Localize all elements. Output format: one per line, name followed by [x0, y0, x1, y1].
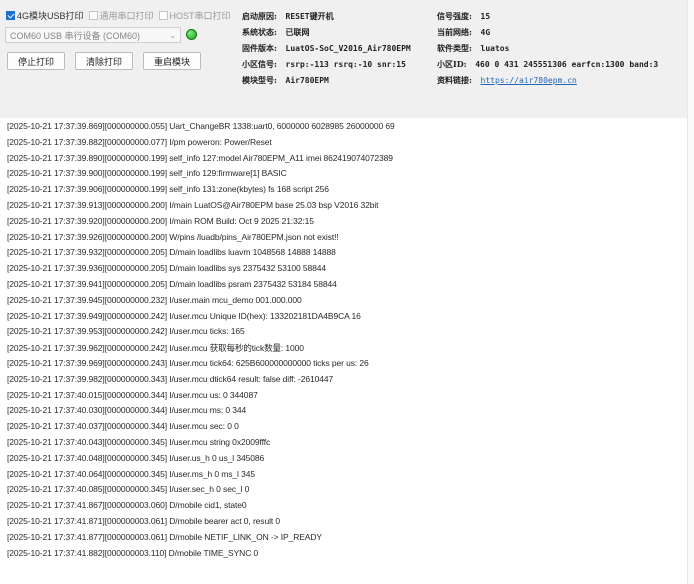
info-value: LuatOS-SoC_V2016_Air780EPM [285, 44, 411, 53]
print-options: 4G模块USB打印 通用串口打印 HOST串口打印 [6, 9, 231, 22]
checkbox-uart-print-box[interactable] [88, 11, 98, 20]
stop-print-button[interactable]: 停止打印 [7, 52, 65, 70]
log-line: [2025-10-21 17:37:40.015][000000000.344]… [7, 389, 258, 400]
info-label: 小区ID: [437, 59, 467, 69]
checkbox-usb-print[interactable]: 4G模块USB打印 [6, 9, 84, 22]
log-line: [2025-10-21 17:37:41.867][000000003.060]… [7, 500, 247, 511]
log-line: [2025-10-21 17:37:39.945][000000000.232]… [7, 294, 302, 305]
log-line: [2025-10-21 17:37:41.871][000000003.061]… [7, 516, 281, 526]
resource-link[interactable]: https://air780epm.cn [481, 76, 577, 85]
log-line: [2025-10-21 17:37:40.043][000000000.345]… [7, 437, 271, 447]
chevron-down-icon[interactable]: ⌄ [169, 31, 176, 40]
info-label: 小区信号: [242, 59, 277, 69]
restart-module-button[interactable]: 重启模块 [143, 52, 201, 70]
info-cell-id: 小区ID: 460 0 431 245551306 earfcn:1300 ba… [437, 59, 658, 70]
log-line: [2025-10-21 17:37:39.890][000000000.199]… [7, 152, 393, 163]
info-label: 信号强度: [437, 11, 472, 21]
clear-print-button[interactable]: 清除打印 [75, 52, 133, 70]
log-line: [2025-10-21 17:37:39.962][000000000.242]… [7, 343, 304, 354]
log-line: [2025-10-21 17:37:39.920][000000000.200]… [7, 215, 314, 226]
checkbox-usb-print-label: 4G模块USB打印 [17, 11, 84, 21]
info-label: 当前网络: [437, 27, 472, 37]
port-select-value: COM60 USB 串行设备 (COM60) [10, 30, 141, 41]
log-output[interactable]: [2025-10-21 17:37:39.869][000000000.055]… [3, 119, 687, 581]
info-system-status: 系统状态: 已联网 [242, 27, 310, 38]
info-module-model: 模块型号: Air780EPM [242, 75, 329, 86]
info-value: Air780EPM [285, 76, 329, 85]
log-line: [2025-10-21 17:37:39.953][000000000.242]… [7, 326, 245, 337]
info-cell-signal: 小区信号: rsrp:-113 rsrq:-10 snr:15 [242, 59, 406, 70]
log-line: [2025-10-21 17:37:39.941][000000000.205]… [7, 279, 337, 289]
log-line: [2025-10-21 17:37:39.913][000000000.200]… [7, 200, 379, 210]
info-value: 15 [480, 12, 491, 21]
info-current-network: 当前网络: 4G [437, 27, 490, 38]
log-line: [2025-10-21 17:37:39.926][000000000.200]… [7, 231, 339, 242]
checkbox-host-print[interactable]: HOST串口打印 [158, 9, 231, 22]
window-edge [687, 0, 694, 584]
log-line: [2025-10-21 17:37:39.869][000000000.055]… [7, 121, 395, 131]
info-label: 启动原因: [242, 11, 277, 21]
checkbox-host-print-box[interactable] [158, 11, 168, 20]
log-line: [2025-10-21 17:37:40.085][000000000.345]… [7, 484, 250, 495]
toolbar: 4G模块USB打印 通用串口打印 HOST串口打印 COM60 USB 串行设备… [0, 0, 694, 118]
info-label: 模块型号: [242, 75, 277, 85]
info-value: 460 0 431 245551306 earfcn:1300 band:3 [475, 60, 659, 69]
log-line: [2025-10-21 17:37:40.048][000000000.345]… [7, 452, 265, 463]
log-line: [2025-10-21 17:37:39.882][000000000.077]… [7, 136, 272, 147]
log-line: [2025-10-21 17:37:39.982][000000000.343]… [7, 373, 334, 384]
log-line: [2025-10-21 17:37:41.882][000000003.110]… [7, 547, 259, 558]
log-line: [2025-10-21 17:37:39.949][000000000.242]… [7, 310, 361, 321]
log-line: [2025-10-21 17:37:39.932][000000000.205]… [7, 247, 336, 258]
info-label: 固件版本: [242, 43, 277, 53]
info-label: 资料链接: [437, 75, 472, 85]
log-line: [2025-10-21 17:37:39.906][000000000.199]… [7, 184, 329, 195]
info-signal-strength: 信号强度: 15 [437, 11, 490, 22]
info-firmware: 固件版本: LuatOS-SoC_V2016_Air780EPM [242, 43, 411, 54]
log-line: [2025-10-21 17:37:39.900][000000000.199]… [7, 168, 287, 179]
checkbox-uart-print[interactable]: 通用串口打印 [88, 9, 154, 22]
info-resource-link: 资料链接: https://air780epm.cn [437, 75, 577, 86]
log-line: [2025-10-21 17:37:40.064][000000000.345]… [7, 468, 255, 479]
info-label: 系统状态: [242, 27, 277, 37]
info-value: rsrp:-113 rsrq:-10 snr:15 [285, 60, 406, 69]
checkbox-usb-print-box[interactable] [6, 11, 15, 20]
log-line: [2025-10-21 17:37:40.030][000000000.344]… [7, 405, 247, 416]
info-value: 已联网 [285, 28, 310, 37]
connection-status-led-icon [186, 29, 197, 40]
info-boot-reason: 启动原因: RESET键开机 [242, 11, 334, 22]
info-label: 软件类型: [437, 43, 472, 53]
checkbox-host-print-label: HOST串口打印 [169, 11, 231, 21]
info-software-type: 软件类型: luatos [437, 43, 509, 54]
log-line: [2025-10-21 17:37:41.877][000000003.061]… [7, 531, 322, 542]
info-value: 4G [480, 28, 491, 37]
log-line: [2025-10-21 17:37:40.037][000000000.344]… [7, 421, 239, 432]
info-value: luatos [480, 44, 510, 53]
log-line: [2025-10-21 17:37:39.969][000000000.243]… [7, 358, 369, 368]
log-line: [2025-10-21 17:37:39.936][000000000.205]… [7, 263, 327, 274]
info-value: RESET键开机 [285, 12, 334, 21]
checkbox-uart-print-label: 通用串口打印 [99, 11, 154, 21]
port-select[interactable]: COM60 USB 串行设备 (COM60) ⌄ [5, 27, 181, 43]
